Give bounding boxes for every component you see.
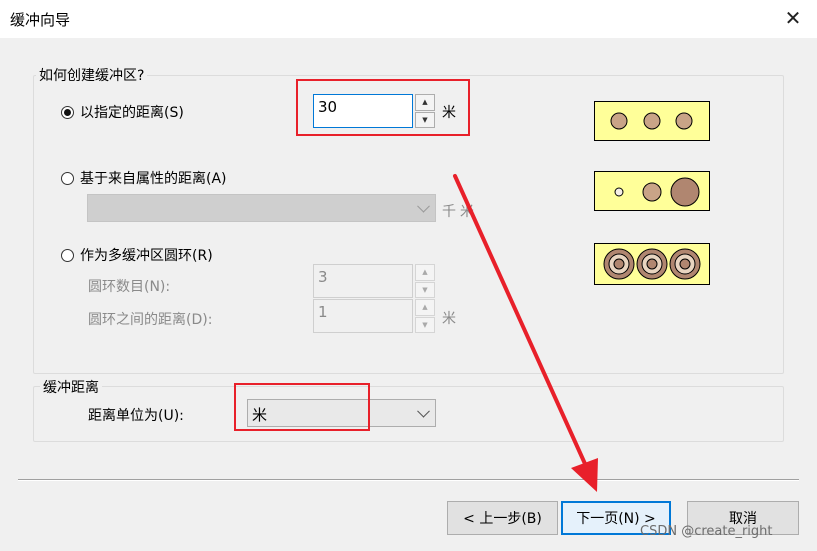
distance-stepper[interactable]: 30 ▲ ▼: [313, 94, 435, 128]
spin-down-icon[interactable]: ▼: [415, 316, 435, 333]
radio-specified-distance-label: 以指定的距离(S): [80, 105, 184, 121]
radio-attribute-distance[interactable]: 基于来自属性的距离(A): [61, 168, 227, 188]
chevron-down-icon: [417, 199, 430, 213]
radio-indicator[interactable]: [61, 105, 74, 119]
back-button[interactable]: < 上一步(B): [447, 501, 558, 535]
distance-unit-value: 米: [252, 406, 268, 424]
radio-specified-distance[interactable]: 以指定的距离(S): [61, 102, 184, 122]
radio-multiple-rings-label: 作为多缓冲区圆环(R): [80, 248, 213, 264]
close-icon[interactable]: ✕: [781, 6, 805, 30]
title-bar: [0, 0, 817, 38]
watermark: CSDN @create_right: [640, 524, 773, 539]
window-title: 缓冲向导: [10, 11, 71, 29]
spin-up-icon[interactable]: ▲: [415, 264, 435, 281]
distance-unit-label: 距离单位为(U):: [88, 408, 184, 424]
equal-circles-icon: [610, 112, 693, 130]
spin-down-icon[interactable]: ▼: [415, 281, 435, 298]
spin-down-icon[interactable]: ▼: [415, 111, 435, 128]
ring-distance-unit: 米: [442, 311, 456, 327]
chevron-down-icon: [417, 404, 430, 418]
preview-distance: [594, 101, 710, 141]
spin-up-icon[interactable]: ▲: [415, 94, 435, 111]
radio-indicator[interactable]: [61, 248, 74, 262]
ring-count-stepper[interactable]: 3 ▲ ▼: [313, 264, 435, 298]
spin-up-icon[interactable]: ▲: [415, 299, 435, 316]
concentric-rings-icon: [603, 248, 701, 280]
varying-circles-icon: [614, 177, 700, 207]
radio-indicator[interactable]: [61, 171, 74, 185]
preview-attribute: [594, 171, 710, 211]
radio-attribute-distance-label: 基于来自属性的距离(A): [80, 171, 227, 187]
ring-count-input[interactable]: 3: [313, 264, 413, 298]
ring-count-label: 圆环数目(N):: [88, 279, 171, 295]
ring-distance-stepper[interactable]: 1 ▲ ▼: [313, 299, 435, 333]
attribute-unit: 千米: [442, 204, 478, 220]
distance-input[interactable]: 30: [313, 94, 413, 128]
distance-unit: 米: [442, 105, 456, 121]
separator: [18, 479, 799, 481]
create-buffer-legend: 如何创建缓冲区?: [36, 65, 148, 85]
radio-multiple-rings[interactable]: 作为多缓冲区圆环(R): [61, 245, 213, 265]
attribute-field-select[interactable]: [87, 194, 436, 222]
buffer-distance-legend: 缓冲距离: [40, 377, 102, 397]
preview-rings: [594, 243, 710, 285]
distance-unit-select[interactable]: 米: [247, 399, 436, 427]
ring-distance-input[interactable]: 1: [313, 299, 413, 333]
ring-distance-label: 圆环之间的距离(D):: [88, 312, 213, 328]
